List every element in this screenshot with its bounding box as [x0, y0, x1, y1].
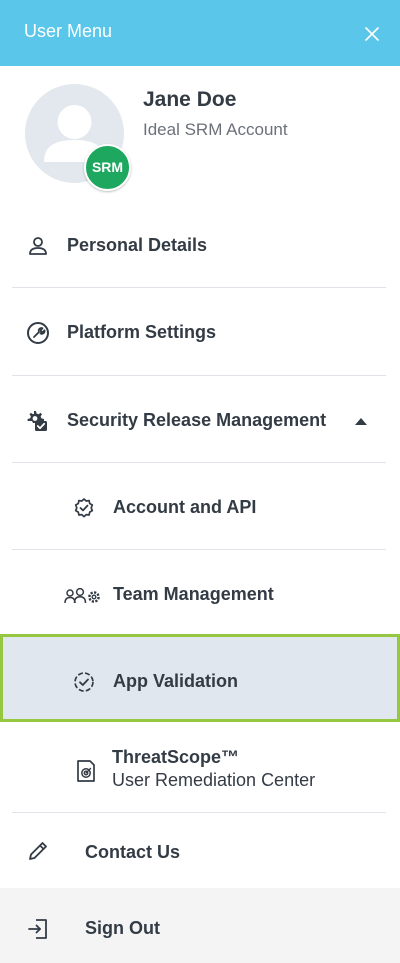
wrench-circle-icon [27, 322, 49, 344]
menu-item-app-validation[interactable]: App Validation [0, 634, 400, 722]
menu-label-app-validation: App Validation [113, 671, 239, 691]
menu-label-personal-details: Personal Details [67, 235, 208, 255]
menu-sublabel-threatscope: User Remediation Center [112, 770, 316, 790]
menu-title: User Menu [24, 21, 113, 41]
menu-item-sign-out[interactable]: Sign Out [0, 888, 400, 963]
threatscope-document-icon [77, 760, 95, 782]
menu-item-personal-details[interactable]: Personal Details [0, 200, 400, 287]
menu-label-contact-us: Contact Us [85, 842, 181, 862]
user-account: Ideal SRM Account [143, 120, 288, 139]
menu-item-account-api[interactable]: Account and API [0, 463, 400, 549]
team-gear-icon [64, 587, 100, 604]
menu-header: User Menu [0, 0, 400, 66]
user-profile: SRM Jane Doe Ideal SRM Account [0, 66, 400, 200]
close-button[interactable] [357, 19, 387, 49]
gear-check-icon [27, 411, 47, 431]
menu-item-team-management[interactable]: Team Management [0, 550, 400, 634]
menu-item-contact-us[interactable]: Contact Us [0, 813, 400, 888]
menu-label-team-management: Team Management [113, 584, 274, 604]
caret-up-icon[interactable] [354, 416, 368, 426]
sign-out-icon [28, 919, 47, 939]
person-icon [29, 237, 47, 255]
dashed-check-circle-icon [74, 672, 94, 692]
menu-label-threatscope: ThreatScope™ [112, 747, 240, 767]
menu-item-platform-settings[interactable]: Platform Settings [0, 288, 400, 375]
verified-badge-icon [74, 498, 94, 518]
menu-label-platform-settings: Platform Settings [67, 322, 217, 342]
menu-label-security-release-management: Security Release Management [67, 410, 327, 430]
menu-item-threatscope[interactable]: ThreatScope™ User Remediation Center [0, 722, 400, 812]
menu-label-account-api: Account and API [113, 497, 257, 517]
user-name: Jane Doe [143, 88, 237, 111]
menu-item-security-release-management[interactable]: Security Release Management [0, 376, 400, 463]
srm-logo-badge: SRM [84, 144, 131, 191]
menu-label-sign-out: Sign Out [85, 918, 160, 938]
pencil-icon [29, 842, 47, 860]
close-icon [365, 27, 379, 41]
